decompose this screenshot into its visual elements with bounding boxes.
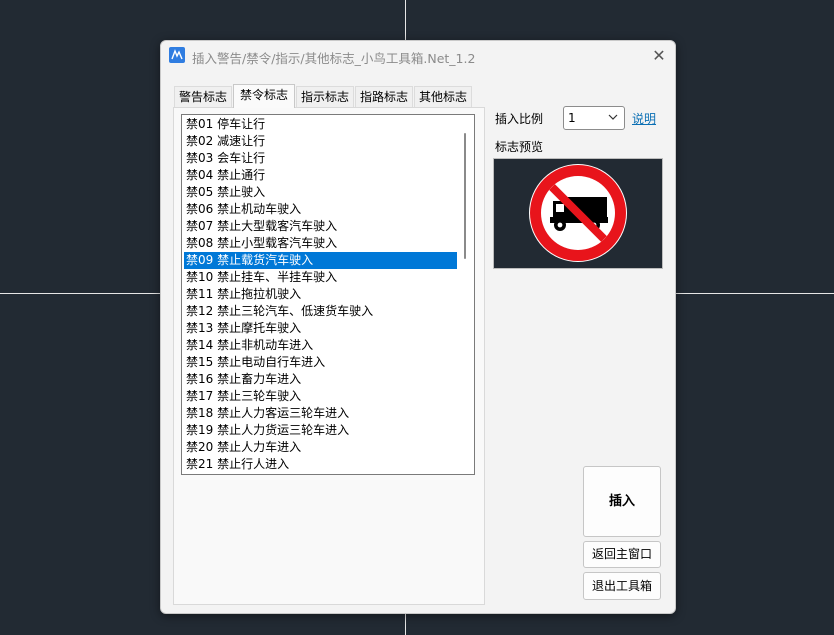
insert-button[interactable]: 插入 <box>583 466 661 537</box>
scrollbar-thumb[interactable] <box>464 133 466 259</box>
scale-select[interactable]: 1 <box>563 106 625 130</box>
sign-list-item[interactable]: 禁02 减速让行 <box>184 133 457 150</box>
sign-list-item[interactable]: 禁15 禁止电动自行车进入 <box>184 354 457 371</box>
sign-list-item[interactable]: 禁13 禁止摩托车驶入 <box>184 320 457 337</box>
app-icon <box>169 47 185 63</box>
sign-list-item[interactable]: 禁03 会车让行 <box>184 150 457 167</box>
sign-preview <box>493 158 663 269</box>
insert-sign-dialog: 插入警告/禁令/指示/其他标志_小鸟工具箱.Net_1.2 ✕ 警告标志 禁令标… <box>160 40 676 614</box>
sign-list-item[interactable]: 禁17 禁止三轮车驶入 <box>184 388 457 405</box>
no-trucks-sign-icon <box>529 164 627 262</box>
sign-list-item[interactable]: 禁06 禁止机动车驶入 <box>184 201 457 218</box>
close-icon[interactable]: ✕ <box>647 45 671 67</box>
sign-list-item[interactable]: 禁14 禁止非机动车进入 <box>184 337 457 354</box>
sign-list-item[interactable]: 禁12 禁止三轮汽车、低速货车驶入 <box>184 303 457 320</box>
sign-list-item[interactable]: 禁08 禁止小型载客汽车驶入 <box>184 235 457 252</box>
title-bar[interactable]: 插入警告/禁令/指示/其他标志_小鸟工具箱.Net_1.2 ✕ <box>161 41 675 71</box>
exit-toolbox-button[interactable]: 退出工具箱 <box>583 572 661 600</box>
window-title: 插入警告/禁令/指示/其他标志_小鸟工具箱.Net_1.2 <box>192 51 476 66</box>
chevron-down-icon <box>608 110 618 127</box>
sign-list-item[interactable]: 禁05 禁止驶入 <box>184 184 457 201</box>
sign-list-item[interactable]: 禁20 禁止人力车进入 <box>184 439 457 456</box>
sign-listbox[interactable]: 禁01 停车让行 禁02 减速让行 禁03 会车让行 禁04 禁止通行 禁05 禁止驶入… <box>181 114 475 475</box>
sign-list-item[interactable]: 禁04 禁止通行 <box>184 167 457 184</box>
tab-other-signs[interactable]: 其他标志 <box>414 86 472 107</box>
sign-list-item[interactable]: 禁19 禁止人力货运三轮车进入 <box>184 422 457 439</box>
sign-list-item[interactable]: 禁07 禁止大型载客汽车驶入 <box>184 218 457 235</box>
sign-list-item[interactable]: 禁09 禁止载货汽车驶入 <box>184 252 457 269</box>
sign-list-item[interactable]: 禁21 禁止行人进入 <box>184 456 457 473</box>
tab-instruction-signs[interactable]: 指示标志 <box>296 86 354 107</box>
sign-list-item[interactable]: 禁01 停车让行 <box>184 116 457 133</box>
tab-warning-signs[interactable]: 警告标志 <box>174 86 232 107</box>
sign-list-item[interactable]: 禁16 禁止畜力车进入 <box>184 371 457 388</box>
preview-label: 标志预览 <box>495 140 544 154</box>
back-to-main-button[interactable]: 返回主窗口 <box>583 541 661 568</box>
scale-label: 插入比例 <box>495 112 544 126</box>
tab-prohibition-signs[interactable]: 禁令标志 <box>233 84 295 108</box>
scale-value: 1 <box>568 111 576 125</box>
tab-guide-signs[interactable]: 指路标志 <box>355 86 413 107</box>
sign-list-item[interactable]: 禁10 禁止挂车、半挂车驶入 <box>184 269 457 286</box>
help-link[interactable]: 说明 <box>632 110 656 127</box>
sign-list-item[interactable]: 禁18 禁止人力客运三轮车进入 <box>184 405 457 422</box>
sign-list-item[interactable]: 禁11 禁止拖拉机驶入 <box>184 286 457 303</box>
